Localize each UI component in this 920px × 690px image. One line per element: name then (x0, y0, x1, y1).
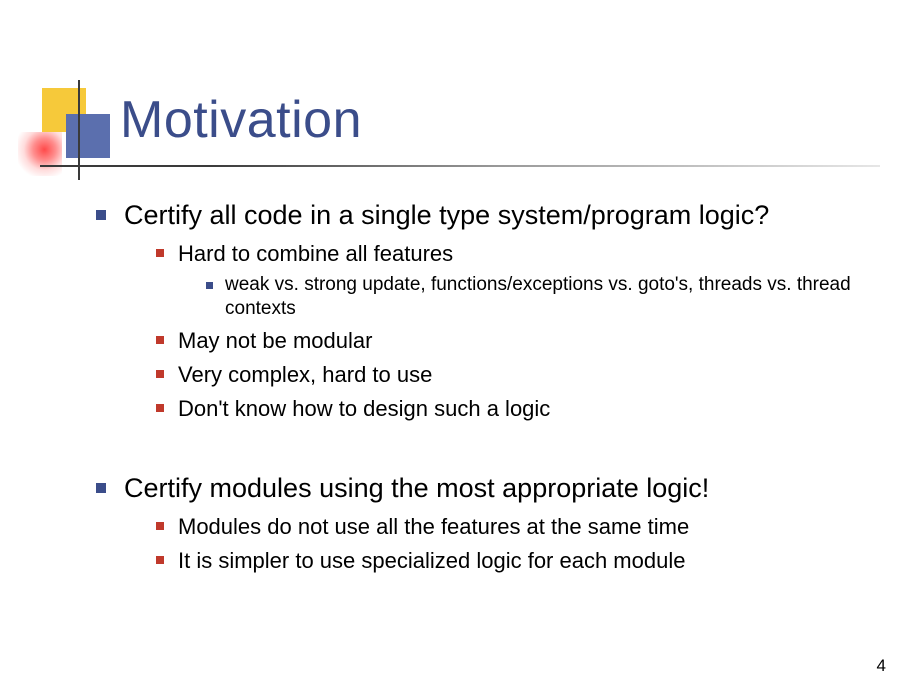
slide-body: Certify all code in a single type system… (96, 198, 880, 580)
bullet-level2: It is simpler to use specialized logic f… (156, 546, 880, 576)
bullet-level2: Very complex, hard to use (156, 360, 880, 390)
square-bullet-icon (156, 370, 164, 378)
logo-red-square (18, 132, 62, 176)
bullet-level2: May not be modular (156, 326, 880, 356)
bullet-text: Certify all code in a single type system… (124, 198, 769, 233)
logo-blue-square (66, 114, 110, 158)
square-bullet-icon (206, 282, 213, 289)
horizontal-rule (40, 165, 880, 167)
square-bullet-icon (156, 522, 164, 530)
bullet-text: Hard to combine all features (178, 239, 453, 269)
bullet-text: Certify modules using the most appropria… (124, 471, 709, 506)
slide-title: Motivation (120, 90, 362, 150)
bullet-text: Modules do not use all the features at t… (178, 512, 689, 542)
bullet-level2: Hard to combine all features (156, 239, 880, 269)
bullet-level1: Certify all code in a single type system… (96, 198, 880, 233)
bullet-text: weak vs. strong update, functions/except… (225, 273, 880, 322)
bullet-level2: Modules do not use all the features at t… (156, 512, 880, 542)
bullet-level1: Certify modules using the most appropria… (96, 471, 880, 506)
square-bullet-icon (96, 210, 106, 220)
bullet-text: May not be modular (178, 326, 372, 356)
slide: Motivation Certify all code in a single … (0, 0, 920, 690)
square-bullet-icon (156, 404, 164, 412)
square-bullet-icon (156, 336, 164, 344)
bullet-text: Very complex, hard to use (178, 360, 432, 390)
bullet-text: It is simpler to use specialized logic f… (178, 546, 685, 576)
page-number: 4 (877, 656, 886, 676)
bullet-level2: Don't know how to design such a logic (156, 394, 880, 424)
bullet-text: Don't know how to design such a logic (178, 394, 550, 424)
square-bullet-icon (96, 483, 106, 493)
bullet-level3: weak vs. strong update, functions/except… (206, 273, 880, 322)
spacer (96, 427, 880, 471)
square-bullet-icon (156, 249, 164, 257)
square-bullet-icon (156, 556, 164, 564)
